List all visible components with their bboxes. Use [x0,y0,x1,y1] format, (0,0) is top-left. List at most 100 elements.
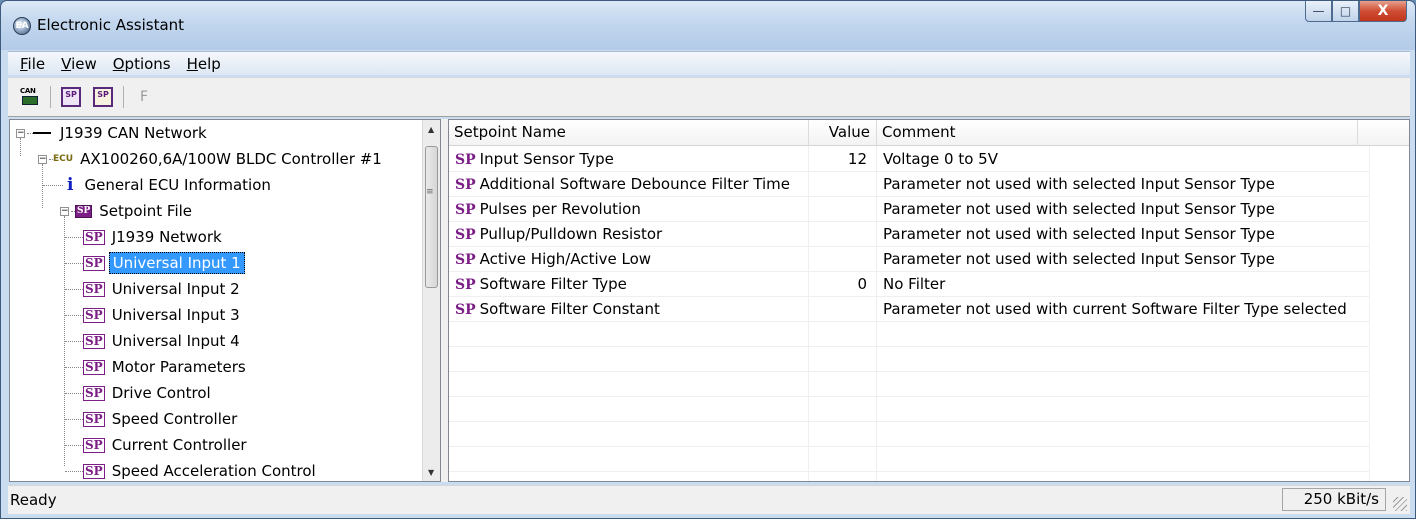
app-icon[interactable]: EA [13,17,31,35]
empty-row [449,347,1370,372]
setpoint-icon: SP [83,255,105,271]
setpoint-name-cell: SP Additional Software Debounce Filter Ti… [455,175,790,193]
list-header: Setpoint Name Value Comment [449,120,1409,146]
setpoint-name-cell: SP Pulses per Revolution [455,200,641,218]
empty-row [449,322,1370,347]
window-title: Electronic Assistant [37,16,185,34]
tree-node-setpoint[interactable]: SP Current Controller [65,432,250,458]
scroll-grip-icon: ≡ [426,187,434,197]
setpoint-icon: SP [455,277,476,293]
collapse-icon[interactable]: − [16,128,25,138]
can-network-icon: CAN [20,87,40,107]
save-setpoint-button[interactable]: SP [92,86,114,108]
tree-node-setpoint[interactable]: SP Universal Input 2 [65,276,243,302]
can-network-button[interactable]: CAN [19,86,41,108]
setpoint-icon: SP [455,252,476,268]
setpoint-name-cell: SP Software Filter Type [455,275,627,293]
sp-save-icon: SP [93,87,113,107]
network-icon [33,132,51,134]
pane-splitter[interactable] [441,119,448,482]
table-row[interactable]: SP Pullup/Pulldown Resistor Parameter not… [449,222,1370,247]
tree-node-general-info[interactable]: i General ECU Information [43,172,274,198]
tree-node-setpoint[interactable]: SP J1939 Network [65,224,225,250]
collapse-icon[interactable]: − [60,206,69,216]
tree-node-ecu[interactable]: − ECU AX100260,6A/100W BLDC Controller #… [38,146,385,172]
setpoint-name-cell: SP Pullup/Pulldown Resistor [455,225,663,243]
minimize-button[interactable]: — [1305,1,1332,22]
table-row[interactable]: SP Additional Software Debounce Filter Ti… [449,172,1370,197]
menu-file[interactable]: File [12,55,53,73]
setpoint-value-cell: 12 [847,150,867,168]
setpoint-icon: SP [83,281,105,297]
setpoint-comment-cell: Parameter not used with selected Input S… [883,225,1275,243]
empty-row [449,372,1370,397]
setpoint-icon: SP [455,227,476,243]
resize-grip-icon[interactable] [1393,497,1407,511]
setpoint-icon: SP [83,229,105,245]
ecu-icon: ECU [53,154,74,164]
tree-node-network[interactable]: − J1939 CAN Network [16,120,210,146]
tree-node-setpoint[interactable]: SP Universal Input 3 [65,302,243,328]
tree-node-setpoint-selected[interactable]: SP Universal Input 1 [65,250,245,276]
menu-help[interactable]: Help [179,55,229,73]
setpoint-value-cell [809,297,877,322]
scroll-thumb[interactable] [425,146,438,288]
flash-button[interactable]: F [133,86,155,108]
open-setpoint-button[interactable]: SP [60,86,82,108]
ecu-tree[interactable]: − J1939 CAN Network − ECU AX100260,6A/10… [9,119,441,482]
window-controls: — □ X [1305,1,1407,23]
tree-scrollbar[interactable]: ▲ ≡ ▼ [422,120,440,481]
column-header-name[interactable]: Setpoint Name [449,120,809,146]
scroll-up-icon[interactable]: ▲ [428,125,434,134]
setpoint-name-cell: SP Software Filter Constant [455,300,660,318]
toolbar: CAN SP SP F [8,77,1410,117]
tree-node-setpoint-file[interactable]: − SP Setpoint File [60,198,195,224]
setpoint-value-cell: 0 [857,275,867,293]
setpoint-icon: SP [83,411,105,427]
empty-row [449,447,1370,472]
setpoint-icon: SP [455,302,476,318]
table-row[interactable]: SP Active High/Active Low Parameter not u… [449,247,1370,272]
setpoint-comment-cell: Voltage 0 to 5V [883,150,998,168]
table-row[interactable]: SP Software Filter Constant Parameter not… [449,297,1370,322]
tree-node-setpoint[interactable]: SP Drive Control [65,380,214,406]
menu-view[interactable]: View [53,55,105,73]
tree-node-setpoint[interactable]: SP Speed Acceleration Control [65,458,319,481]
table-row[interactable]: SP Software Filter Type 0 No Filter [449,272,1370,297]
setpoint-comment-cell: Parameter not used with selected Input S… [883,200,1275,218]
status-text: Ready [10,491,57,509]
tree-node-setpoint[interactable]: SP Speed Controller [65,406,240,432]
setpoint-value-cell [809,172,877,197]
setpoint-comment-cell: Parameter not used with selected Input S… [883,175,1275,193]
info-icon: i [67,175,74,195]
collapse-icon[interactable]: − [38,154,47,164]
setpoint-value-cell [809,222,877,247]
column-header-value[interactable]: Value [809,120,877,146]
tree-node-setpoint[interactable]: SP Universal Input 4 [65,328,243,354]
empty-row [449,422,1370,447]
setpoint-icon: SP [455,177,476,193]
setpoint-icon: SP [83,359,105,375]
title-bar[interactable]: EA Electronic Assistant — □ X [1,1,1415,50]
toolbar-separator [50,86,51,108]
sp-open-icon: SP [61,87,81,107]
setpoint-icon: SP [455,202,476,218]
setpoint-icon: SP [455,152,476,168]
column-header-comment[interactable]: Comment [877,120,1358,146]
setpoint-icon: SP [83,463,105,479]
close-button[interactable]: X [1359,1,1407,22]
table-row[interactable]: SP Input Sensor Type 12 Voltage 0 to 5V [449,147,1370,172]
tree-node-setpoint[interactable]: SP Motor Parameters [65,354,249,380]
setpoint-icon: SP [83,385,105,401]
toolbar-separator [123,86,124,108]
table-row[interactable]: SP Pulses per Revolution Parameter not us… [449,197,1370,222]
scroll-down-icon[interactable]: ▼ [428,468,434,477]
setpoint-icon: SP [83,307,105,323]
menu-options[interactable]: Options [105,55,179,73]
setpoint-comment-cell: Parameter not used with current Software… [883,300,1347,318]
column-header-filler [1358,120,1408,146]
main-window: EA Electronic Assistant — □ X File View … [0,0,1416,519]
maximize-button[interactable]: □ [1332,1,1359,22]
baud-rate-status: 250 kBit/s [1282,488,1386,511]
setpoint-list[interactable]: Setpoint Name Value Comment SP Input Sens… [448,119,1410,482]
